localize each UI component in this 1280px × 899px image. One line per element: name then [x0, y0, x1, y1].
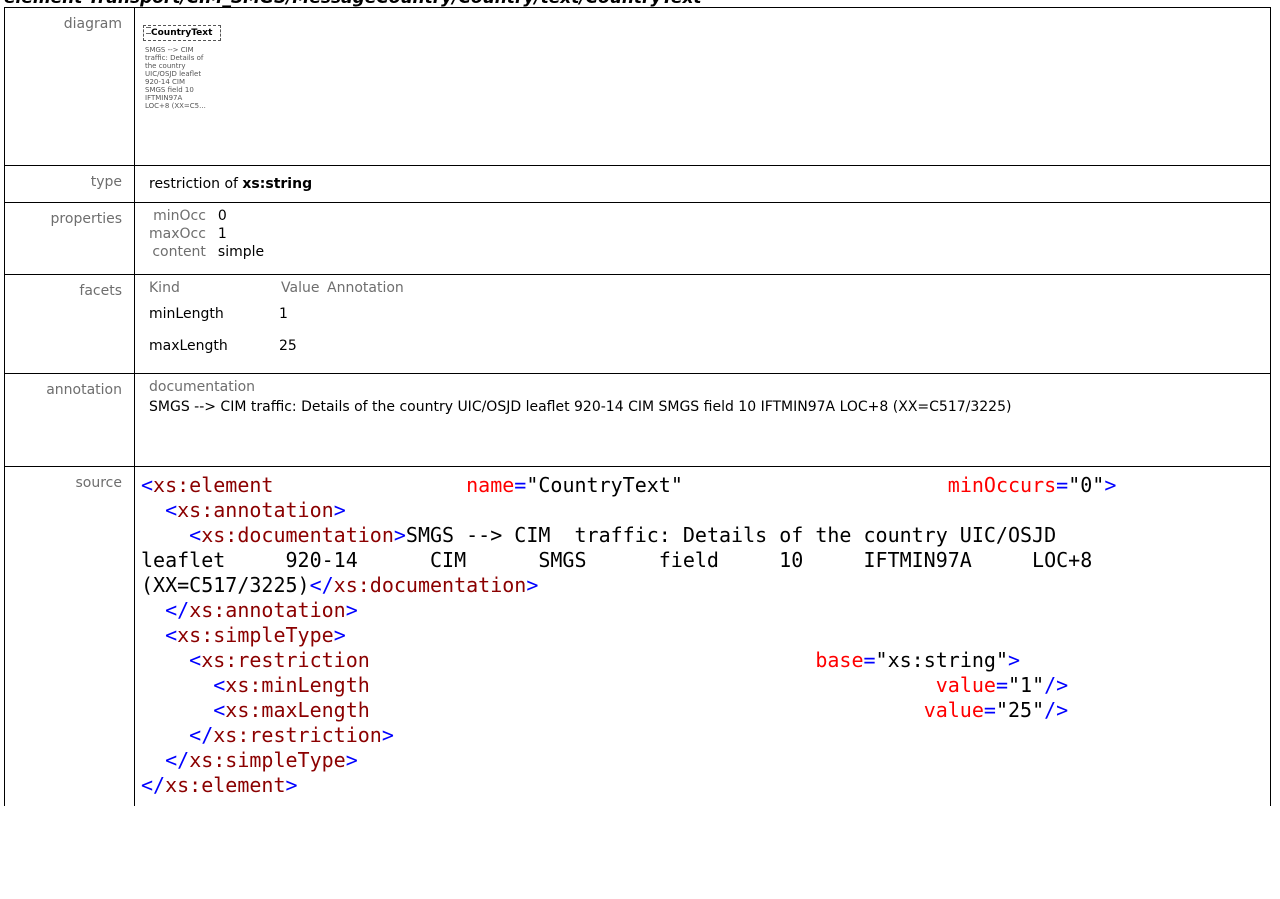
property-key: maxOcc: [149, 226, 206, 242]
property-row: minOcc 0: [149, 207, 276, 225]
facet-value: 25: [279, 338, 297, 354]
schema-element-table: diagram CountryText SMGS --> CIM traffic…: [4, 7, 1271, 806]
facets-cell: Kind Value Annotation minLength 1 maxLen…: [134, 274, 1271, 374]
diagram-cell: CountryText SMGS --> CIM traffic: Detail…: [134, 7, 1271, 166]
property-key: content: [152, 244, 206, 260]
property-value: simple: [217, 244, 265, 260]
facet-row: maxLength 25: [147, 335, 1270, 357]
properties-table: minOcc 0 maxOcc 1 content simple: [149, 207, 276, 261]
facets-header-value: Value: [281, 280, 320, 296]
annotation-row: annotation documentation SMGS --> CIM tr…: [4, 373, 1271, 467]
documentation-label: documentation: [149, 379, 256, 395]
type-row: type restriction of xs:string: [4, 165, 1271, 203]
property-row: content simple: [149, 243, 276, 261]
element-node-documentation: SMGS --> CIM traffic: Details of the cou…: [145, 46, 206, 110]
facets-header: Kind Value Annotation: [149, 279, 1270, 297]
source-row: source <xs:element name="CountryText" mi…: [4, 466, 1271, 806]
type-value: restriction of xs:string: [149, 166, 1270, 202]
facet-kind: minLength: [149, 306, 224, 322]
facets-header-annotation: Annotation: [327, 280, 404, 296]
documentation-text: SMGS --> CIM traffic: Details of the cou…: [149, 399, 1012, 415]
property-value: 0: [217, 208, 227, 224]
source-cell: <xs:element name="CountryText" minOccurs…: [134, 466, 1271, 806]
facets-header-kind: Kind: [149, 280, 180, 296]
row-label-properties: properties: [4, 202, 135, 275]
row-label-diagram: diagram: [4, 7, 135, 166]
annotation-cell: documentation SMGS --> CIM traffic: Deta…: [134, 373, 1271, 467]
element-node[interactable]: CountryText: [143, 25, 221, 41]
row-label-annotation: annotation: [4, 373, 135, 467]
row-label-type: type: [4, 165, 135, 203]
type-prefix: restriction of: [149, 176, 243, 192]
property-row: maxOcc 1: [149, 225, 276, 243]
schema-diagram: CountryText SMGS --> CIM traffic: Detail…: [135, 8, 1270, 165]
type-cell: restriction of xs:string: [134, 165, 1271, 203]
row-label-facets: facets: [4, 274, 135, 374]
facet-value: 1: [279, 306, 288, 322]
facet-kind: maxLength: [149, 338, 228, 354]
properties-cell: minOcc 0 maxOcc 1 content simple: [134, 202, 1271, 275]
diagram-row: diagram CountryText SMGS --> CIM traffic…: [4, 7, 1271, 166]
row-label-source: source: [4, 466, 135, 806]
element-node-name: CountryText: [151, 28, 213, 38]
type-base-link[interactable]: xs:string: [242, 176, 312, 192]
xsd-source-code: <xs:element name="CountryText" minOccurs…: [141, 473, 1117, 797]
property-key: minOcc: [153, 208, 206, 224]
facet-row: minLength 1: [147, 303, 1270, 325]
property-value: 1: [217, 226, 227, 242]
properties-row: properties minOcc 0 maxOcc 1 content sim…: [4, 202, 1271, 275]
facets-row: facets Kind Value Annotation minLength 1…: [4, 274, 1271, 374]
